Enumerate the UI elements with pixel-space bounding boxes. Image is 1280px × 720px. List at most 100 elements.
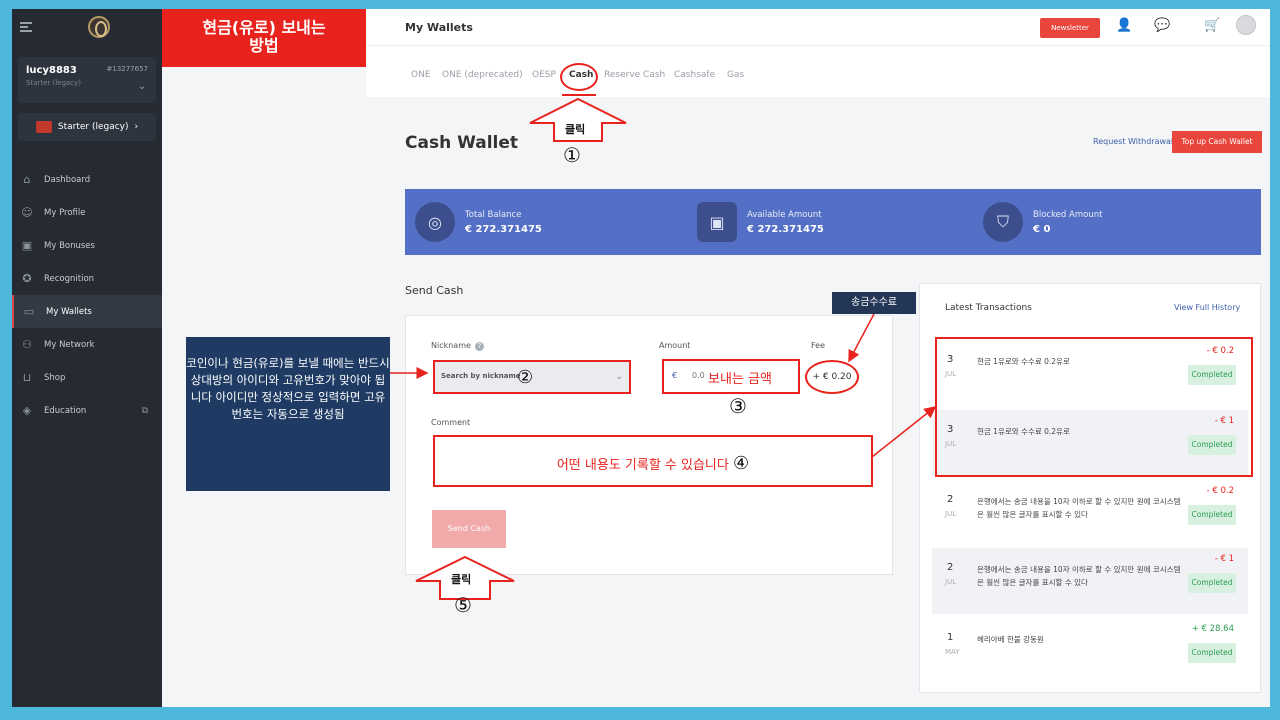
logo-icon [88,16,110,38]
sidebar-item-label: Dashboard [44,174,91,185]
transactions-highlight [935,337,1253,477]
transaction-day: 2 [947,494,954,505]
transaction-amount: + € 28.64 [1191,624,1234,634]
view-full-history-link[interactable]: View Full History [1174,303,1240,312]
transaction-row[interactable]: 1 MAY 헤리아베 한불 강동원 + € 28.64 Completed [932,618,1248,684]
step-number-5: ⑤ [454,593,472,617]
menu-icon[interactable] [20,22,32,32]
gift-icon: ▣ [21,239,33,252]
nickname-search-input[interactable]: Search by nickname ② ⌄ [433,360,631,394]
amount-label: Amount [659,341,691,350]
avatar[interactable] [1236,15,1256,35]
tutorial-title: 현금(유로) 보내는 방법 [162,9,366,67]
amount-value: 0.0 [692,371,705,380]
sidebar-item-my-bonuses[interactable]: ▣ My Bonuses [12,229,162,262]
sidebar-item-label: Shop [44,372,66,383]
sidebar-item-label: My Profile [44,207,86,218]
shield-icon: ⛉ [983,202,1023,242]
nickname-label: Nickname? [431,341,484,351]
comment-label: Comment [431,418,471,427]
transactions-title: Latest Transactions [945,303,1032,313]
chevron-down-icon: ⌄ [615,372,623,382]
comment-textarea[interactable]: 어떤 내용도 기록할 수 있습니다 ④ [433,435,873,487]
screenshot-frame: lucy8883 #13277657 Starter (legacy) ⌄ St… [12,9,1270,707]
amount-hint: 보내는 금액 [708,372,772,387]
fee-value: + € 0.20 [805,360,859,394]
transaction-day: 2 [947,562,954,573]
cash-tab-highlight [560,63,598,91]
safe-icon: ▣ [697,202,737,242]
transaction-row[interactable]: 2 JUL 은행에서는 송금 내용을 10자 이하로 할 수 있지만 원에 코시… [932,548,1248,614]
tab-oesp[interactable]: OESP [532,70,556,80]
status-badge: Completed [1188,643,1236,663]
top-up-button[interactable]: Top up Cash Wallet [1172,131,1262,153]
step-number-3: ③ [729,394,747,418]
tab-cashsafe[interactable]: Cashsafe [674,70,715,80]
send-cash-button[interactable]: Send Cash [432,510,506,548]
sidebar-item-label: My Bonuses [44,240,95,251]
tab-gas[interactable]: Gas [727,70,744,80]
send-cash-form: Nickname? Search by nickname ② ⌄ Amount … [405,315,893,575]
status-badge: Completed [1188,573,1236,593]
chevron-down-icon: ⌄ [137,81,146,92]
cart-icon[interactable]: 🛒 [1204,18,1220,33]
fee-annotation-label: 송금수수료 [832,292,916,314]
tab-one[interactable]: ONE [411,70,431,80]
tab-one-deprecated[interactable]: ONE (deprecated) [442,70,523,80]
click-label-5: 클릭 [451,573,472,586]
total-balance-value: € 272.371475 [465,223,542,235]
top-header: My Wallets Newsletter 👤 💬 🛒 [366,9,1270,45]
user-icon: ☺ [21,206,33,219]
balance-bar: ◎ Total Balance € 272.371475 ▣ Available … [405,189,1261,255]
blocked-amount-label: Blocked Amount [1033,209,1103,220]
transaction-amount: - € 1 [1214,554,1234,564]
transaction-description: 은행에서는 송금 내용을 10자 이하로 할 수 있지만 원에 코시스템은 훨씬… [977,565,1181,587]
newsletter-button[interactable]: Newsletter [1040,18,1100,38]
total-balance-label: Total Balance [465,209,522,220]
external-link-icon: ⧉ [141,405,148,416]
tab-reserve-cash[interactable]: Reserve Cash [604,70,665,80]
nickname-placeholder: Search by nickname [441,372,521,380]
comment-hint: 어떤 내용도 기록할 수 있습니다 [556,458,729,473]
step-number-2: ② [517,367,534,388]
available-amount-label: Available Amount [747,209,822,220]
sidebar-item-my-profile[interactable]: ☺ My Profile [12,196,162,229]
transaction-month: MAY [945,648,960,656]
sidebar-item-education[interactable]: ◈ Education ⧉ [12,394,162,427]
user-box[interactable]: lucy8883 #13277657 Starter (legacy) ⌄ [18,57,156,103]
sidebar-item-label: Recognition [44,273,95,284]
total-balance: ◎ Total Balance € 272.371475 [415,189,542,255]
sidebar-item-my-wallets[interactable]: ▭ My Wallets [12,295,162,328]
transaction-row[interactable]: 2 JUL 은행에서는 송금 내용을 10자 이하로 할 수 있지만 원에 코시… [932,480,1248,546]
blocked-amount: ⛉ Blocked Amount € 0 [983,189,1102,255]
request-withdrawal-link[interactable]: Request Withdrawal [1093,137,1173,146]
user-id: #13277657 [106,65,149,73]
chat-icon[interactable]: 💬 [1154,18,1170,33]
page-header-title: My Wallets [405,21,473,34]
help-icon[interactable]: ? [474,342,484,351]
wallet-tabs: ONE ONE (deprecated) OESP Cash Reserve C… [366,45,1270,97]
sidebar-item-recognition[interactable]: ✪ Recognition [12,262,162,295]
home-icon: ⌂ [23,173,31,186]
sidebar-item-label: Education [44,405,87,416]
sidebar-item-my-network[interactable]: ⚇ My Network [12,328,162,361]
fee-label: Fee [811,341,826,350]
education-icon: ◈ [22,404,32,417]
sidebar-item-dashboard[interactable]: ⌂ Dashboard [12,163,162,196]
wallet-icon: ▭ [23,305,35,318]
rank-button-label: Starter (legacy) [57,122,129,132]
transaction-day: 1 [947,632,954,643]
tutorial-title-text: 현금(유로) 보내는 방법 [202,18,326,55]
user-rank: Starter (legacy) [26,79,81,87]
page-title: Cash Wallet [405,133,519,153]
click-label-1: 클릭 [565,123,586,136]
tab-active-underline [562,94,596,96]
amount-input[interactable]: € 0.0 보내는 금액 [662,359,800,394]
transaction-description: 은행에서는 송금 내용을 10자 이하로 할 수 있지만 원에 코시스템은 훨씬… [977,497,1181,519]
sidebar-item-shop[interactable]: ⊔ Shop [12,361,162,394]
transaction-month: JUL [945,510,957,518]
currency-symbol: € [672,371,678,380]
add-user-icon[interactable]: 👤 [1116,18,1132,33]
rank-button[interactable]: Starter (legacy) › [18,113,156,141]
transaction-amount: - € 0.2 [1206,486,1234,496]
